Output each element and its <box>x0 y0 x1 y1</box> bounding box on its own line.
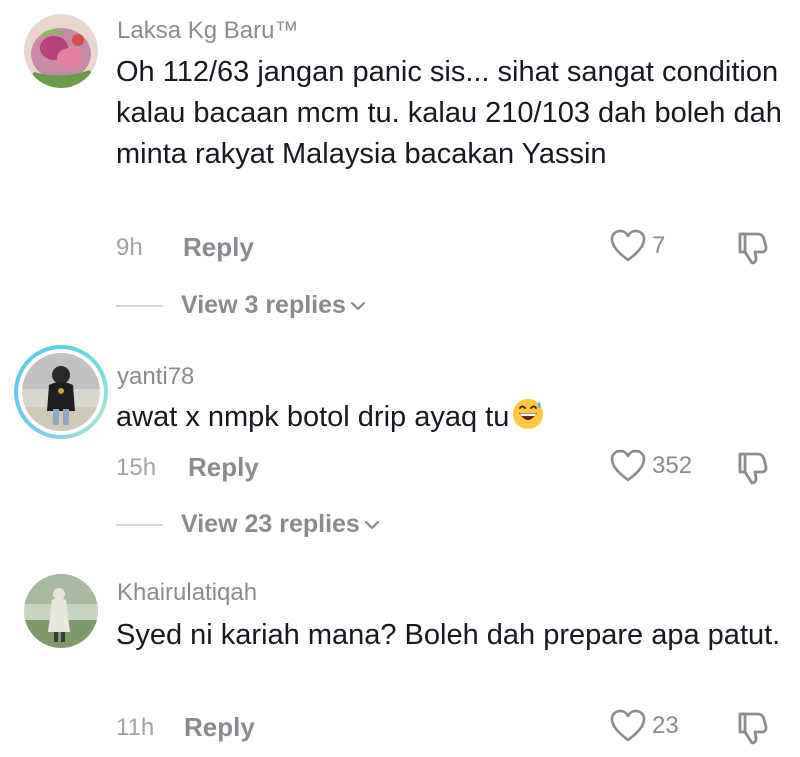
avatar-image <box>24 574 98 648</box>
timestamp: 11h <box>116 714 155 741</box>
like-button[interactable]: 23 <box>610 709 679 743</box>
thumbs-down-icon[interactable] <box>734 710 770 746</box>
avatar[interactable] <box>24 574 98 648</box>
reply-button[interactable]: Reply <box>184 712 255 743</box>
comment-text: Syed ni kariah mana? Boleh dah prepare a… <box>116 619 781 651</box>
username[interactable]: Khairulatiqah <box>117 579 257 607</box>
like-count: 23 <box>652 712 679 739</box>
heart-outline-icon <box>610 709 646 742</box>
comment-3: Khairulatiqah Syed ni kariah mana? Boleh… <box>0 0 800 757</box>
